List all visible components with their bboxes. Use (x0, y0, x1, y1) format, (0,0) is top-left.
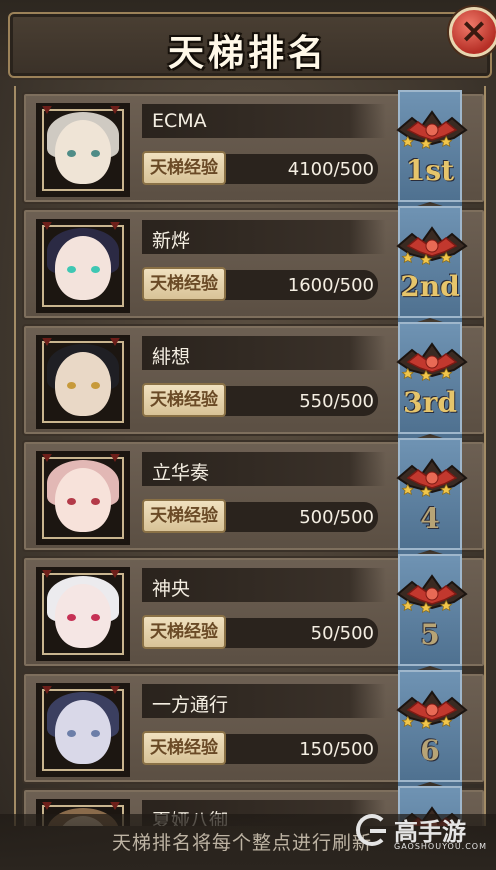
rank-banner: 6 (396, 670, 468, 792)
rank-emblem-icon (392, 226, 472, 270)
ladder-exp-value: 50/500 (310, 623, 374, 644)
player-name: 神央 (152, 578, 191, 600)
ladder-exp-label: 天梯经验 (142, 267, 226, 301)
ranking-row[interactable]: 緋想 天梯经验 550/500 3rd (22, 322, 484, 444)
close-button[interactable]: × (449, 7, 496, 57)
ladder-exp-value: 550/500 (299, 391, 374, 412)
ranking-row[interactable]: 新烨 天梯经验 1600/500 2nd (22, 206, 484, 328)
rank-banner: 2nd (396, 206, 468, 328)
horn-icon (109, 570, 121, 578)
player-name: 一方通行 (152, 694, 229, 716)
ladder-exp-value: 4100/500 (287, 159, 374, 180)
player-name: 新烨 (152, 230, 191, 252)
rank-banner: 3rd (396, 322, 468, 444)
rank-emblem-icon (392, 110, 472, 154)
ladder-exp-bar: 天梯经验 500/500 (142, 499, 378, 533)
horn-icon (41, 570, 53, 578)
rank-banner: 4 (396, 438, 468, 560)
player-avatar[interactable] (36, 451, 130, 545)
player-avatar[interactable] (36, 683, 130, 777)
watermark-logo-icon (356, 814, 388, 846)
horn-icon (109, 338, 121, 346)
rank-emblem-icon (392, 574, 472, 618)
rank-emblem-icon (392, 342, 472, 386)
watermark-sub: GAOSHOUYOU.COM (394, 842, 488, 851)
ladder-exp-bar: 天梯经验 50/500 (142, 615, 378, 649)
horn-icon (109, 802, 121, 810)
ranking-row[interactable]: ECMA 天梯经验 4100/500 1st (22, 90, 484, 212)
rank-number: 5 (420, 618, 440, 651)
ladder-exp-value: 500/500 (299, 507, 374, 528)
ladder-exp-bar: 天梯经验 1600/500 (142, 267, 378, 301)
ladder-exp-label: 天梯经验 (142, 151, 226, 185)
horn-icon (109, 106, 121, 114)
player-avatar[interactable] (36, 103, 130, 197)
leaderboard-panel: 天梯排名 × ECMA 天梯经验 4100/500 1st 新烨 天梯经验 16… (0, 0, 496, 870)
name-bar: ECMA (142, 104, 386, 138)
ladder-exp-bar: 天梯经验 150/500 (142, 731, 378, 765)
header: 天梯排名 × (0, 0, 496, 80)
ranking-row[interactable]: 神央 天梯经验 50/500 5 (22, 554, 484, 676)
name-bar: 立华奏 (142, 452, 386, 486)
player-name: ECMA (152, 110, 207, 132)
horn-icon (41, 338, 53, 346)
horn-icon (41, 802, 53, 810)
player-name: 緋想 (152, 346, 191, 368)
ladder-exp-bar: 天梯经验 4100/500 (142, 151, 378, 185)
name-bar: 新烨 (142, 220, 386, 254)
player-avatar[interactable] (36, 567, 130, 661)
horn-icon (41, 454, 53, 462)
ladder-exp-value: 1600/500 (287, 275, 374, 296)
ranking-row[interactable]: 一方通行 天梯经验 150/500 6 (22, 670, 484, 792)
horn-icon (109, 686, 121, 694)
name-bar: 神央 (142, 568, 386, 602)
watermark: 高手游 GAOSHOUYOU.COM (354, 808, 494, 856)
rank-emblem-icon (392, 458, 472, 502)
rank-number: 2nd (400, 270, 460, 303)
ladder-exp-label: 天梯经验 (142, 383, 226, 417)
ladder-exp-label: 天梯经验 (142, 615, 226, 649)
refresh-notice: 天梯排名将每个整点进行刷新 (112, 832, 373, 854)
player-name: 立华奏 (152, 462, 210, 484)
rank-number: 4 (420, 502, 440, 535)
ladder-exp-bar: 天梯经验 550/500 (142, 383, 378, 417)
horn-icon (41, 222, 53, 230)
horn-icon (109, 454, 121, 462)
rank-number: 6 (420, 734, 440, 767)
player-avatar[interactable] (36, 219, 130, 313)
horn-icon (41, 106, 53, 114)
ranking-list[interactable]: ECMA 天梯经验 4100/500 1st 新烨 天梯经验 1600/500 … (14, 86, 486, 826)
horn-icon (109, 222, 121, 230)
rank-emblem-icon (392, 690, 472, 734)
avatar-frame (42, 457, 124, 539)
page-title: 天梯排名 (167, 33, 328, 74)
rank-banner: 5 (396, 554, 468, 676)
name-bar: 緋想 (142, 336, 386, 370)
avatar-frame (42, 341, 124, 423)
ladder-exp-label: 天梯经验 (142, 731, 226, 765)
avatar-frame (42, 689, 124, 771)
name-bar: 一方通行 (142, 684, 386, 718)
player-avatar[interactable] (36, 335, 130, 429)
ladder-exp-label: 天梯经验 (142, 499, 226, 533)
rank-banner: 1st (396, 90, 468, 212)
ladder-exp-value: 150/500 (299, 739, 374, 760)
ranking-row[interactable]: 立华奏 天梯经验 500/500 4 (22, 438, 484, 560)
avatar-frame (42, 109, 124, 191)
rank-number: 3rd (403, 386, 457, 419)
rank-number: 1st (405, 154, 455, 187)
avatar-frame (42, 225, 124, 307)
avatar-frame (42, 573, 124, 655)
horn-icon (41, 686, 53, 694)
